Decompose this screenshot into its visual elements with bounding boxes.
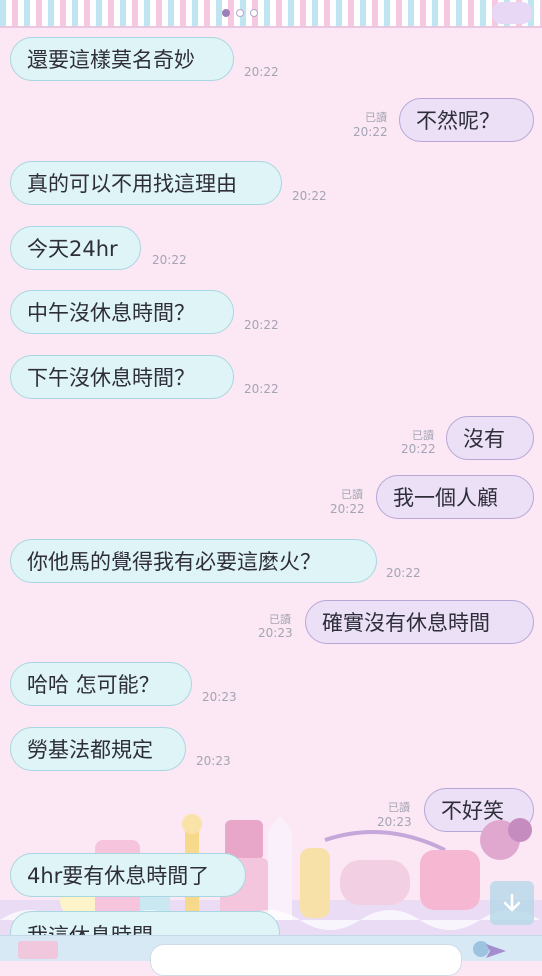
- theme-decoration: [492, 2, 532, 24]
- message-time: 20:23: [196, 754, 231, 768]
- message-bubble[interactable]: 還要這樣莫名奇妙: [10, 37, 234, 81]
- message-bubble[interactable]: 4hr要有休息時間了: [10, 853, 246, 897]
- message-bubble[interactable]: 中午沒休息時間？: [10, 290, 234, 334]
- read-receipt: 已讀: [269, 613, 291, 626]
- message-time: 20:23: [202, 690, 237, 704]
- message-bubble[interactable]: 真的可以不用找這理由: [10, 161, 282, 205]
- read-receipt: 已讀: [412, 429, 434, 442]
- read-receipt: 已讀: [388, 801, 410, 814]
- page-dot: [250, 9, 258, 17]
- sticker-icon[interactable]: [18, 941, 58, 959]
- page-indicator: [222, 9, 258, 17]
- message-time: 20:22: [353, 125, 388, 139]
- message-time: 20:22: [244, 382, 279, 396]
- message-bubble[interactable]: 你他馬的覺得我有必要這麼火？: [10, 539, 377, 583]
- message-bubble[interactable]: 不好笑: [424, 788, 534, 832]
- message-time: 20:22: [244, 318, 279, 332]
- send-icon[interactable]: [484, 942, 508, 960]
- read-receipt: 已讀: [365, 111, 387, 124]
- message-time: 20:22: [330, 502, 365, 516]
- message-time: 20:22: [401, 442, 436, 456]
- page-dot: [236, 9, 244, 17]
- arrow-down-icon: [503, 893, 521, 912]
- message-time: 20:23: [377, 815, 412, 829]
- message-time: 20:22: [292, 189, 327, 203]
- scroll-to-bottom-button[interactable]: [490, 881, 534, 925]
- message-bubble[interactable]: 沒有: [446, 416, 534, 460]
- message-input[interactable]: [150, 944, 462, 976]
- message-bubble[interactable]: 不然呢？: [399, 98, 534, 142]
- message-time: 20:23: [258, 626, 293, 640]
- message-bubble[interactable]: 今天24hr: [10, 226, 141, 270]
- message-time: 20:22: [152, 253, 187, 267]
- message-bubble[interactable]: 勞基法都規定: [10, 727, 186, 771]
- message-time: 20:22: [386, 566, 421, 580]
- message-input-bar: [0, 935, 542, 976]
- message-bubble[interactable]: 哈哈 怎可能？: [10, 662, 192, 706]
- message-time: 20:22: [244, 65, 279, 79]
- message-bubble[interactable]: 我一個人顧: [376, 475, 534, 519]
- page-dot: [222, 9, 230, 17]
- read-receipt: 已讀: [341, 488, 363, 501]
- theme-header-border: [0, 0, 542, 28]
- message-bubble[interactable]: 確實沒有休息時間: [305, 600, 534, 644]
- message-bubble[interactable]: 下午沒休息時間？: [10, 355, 234, 399]
